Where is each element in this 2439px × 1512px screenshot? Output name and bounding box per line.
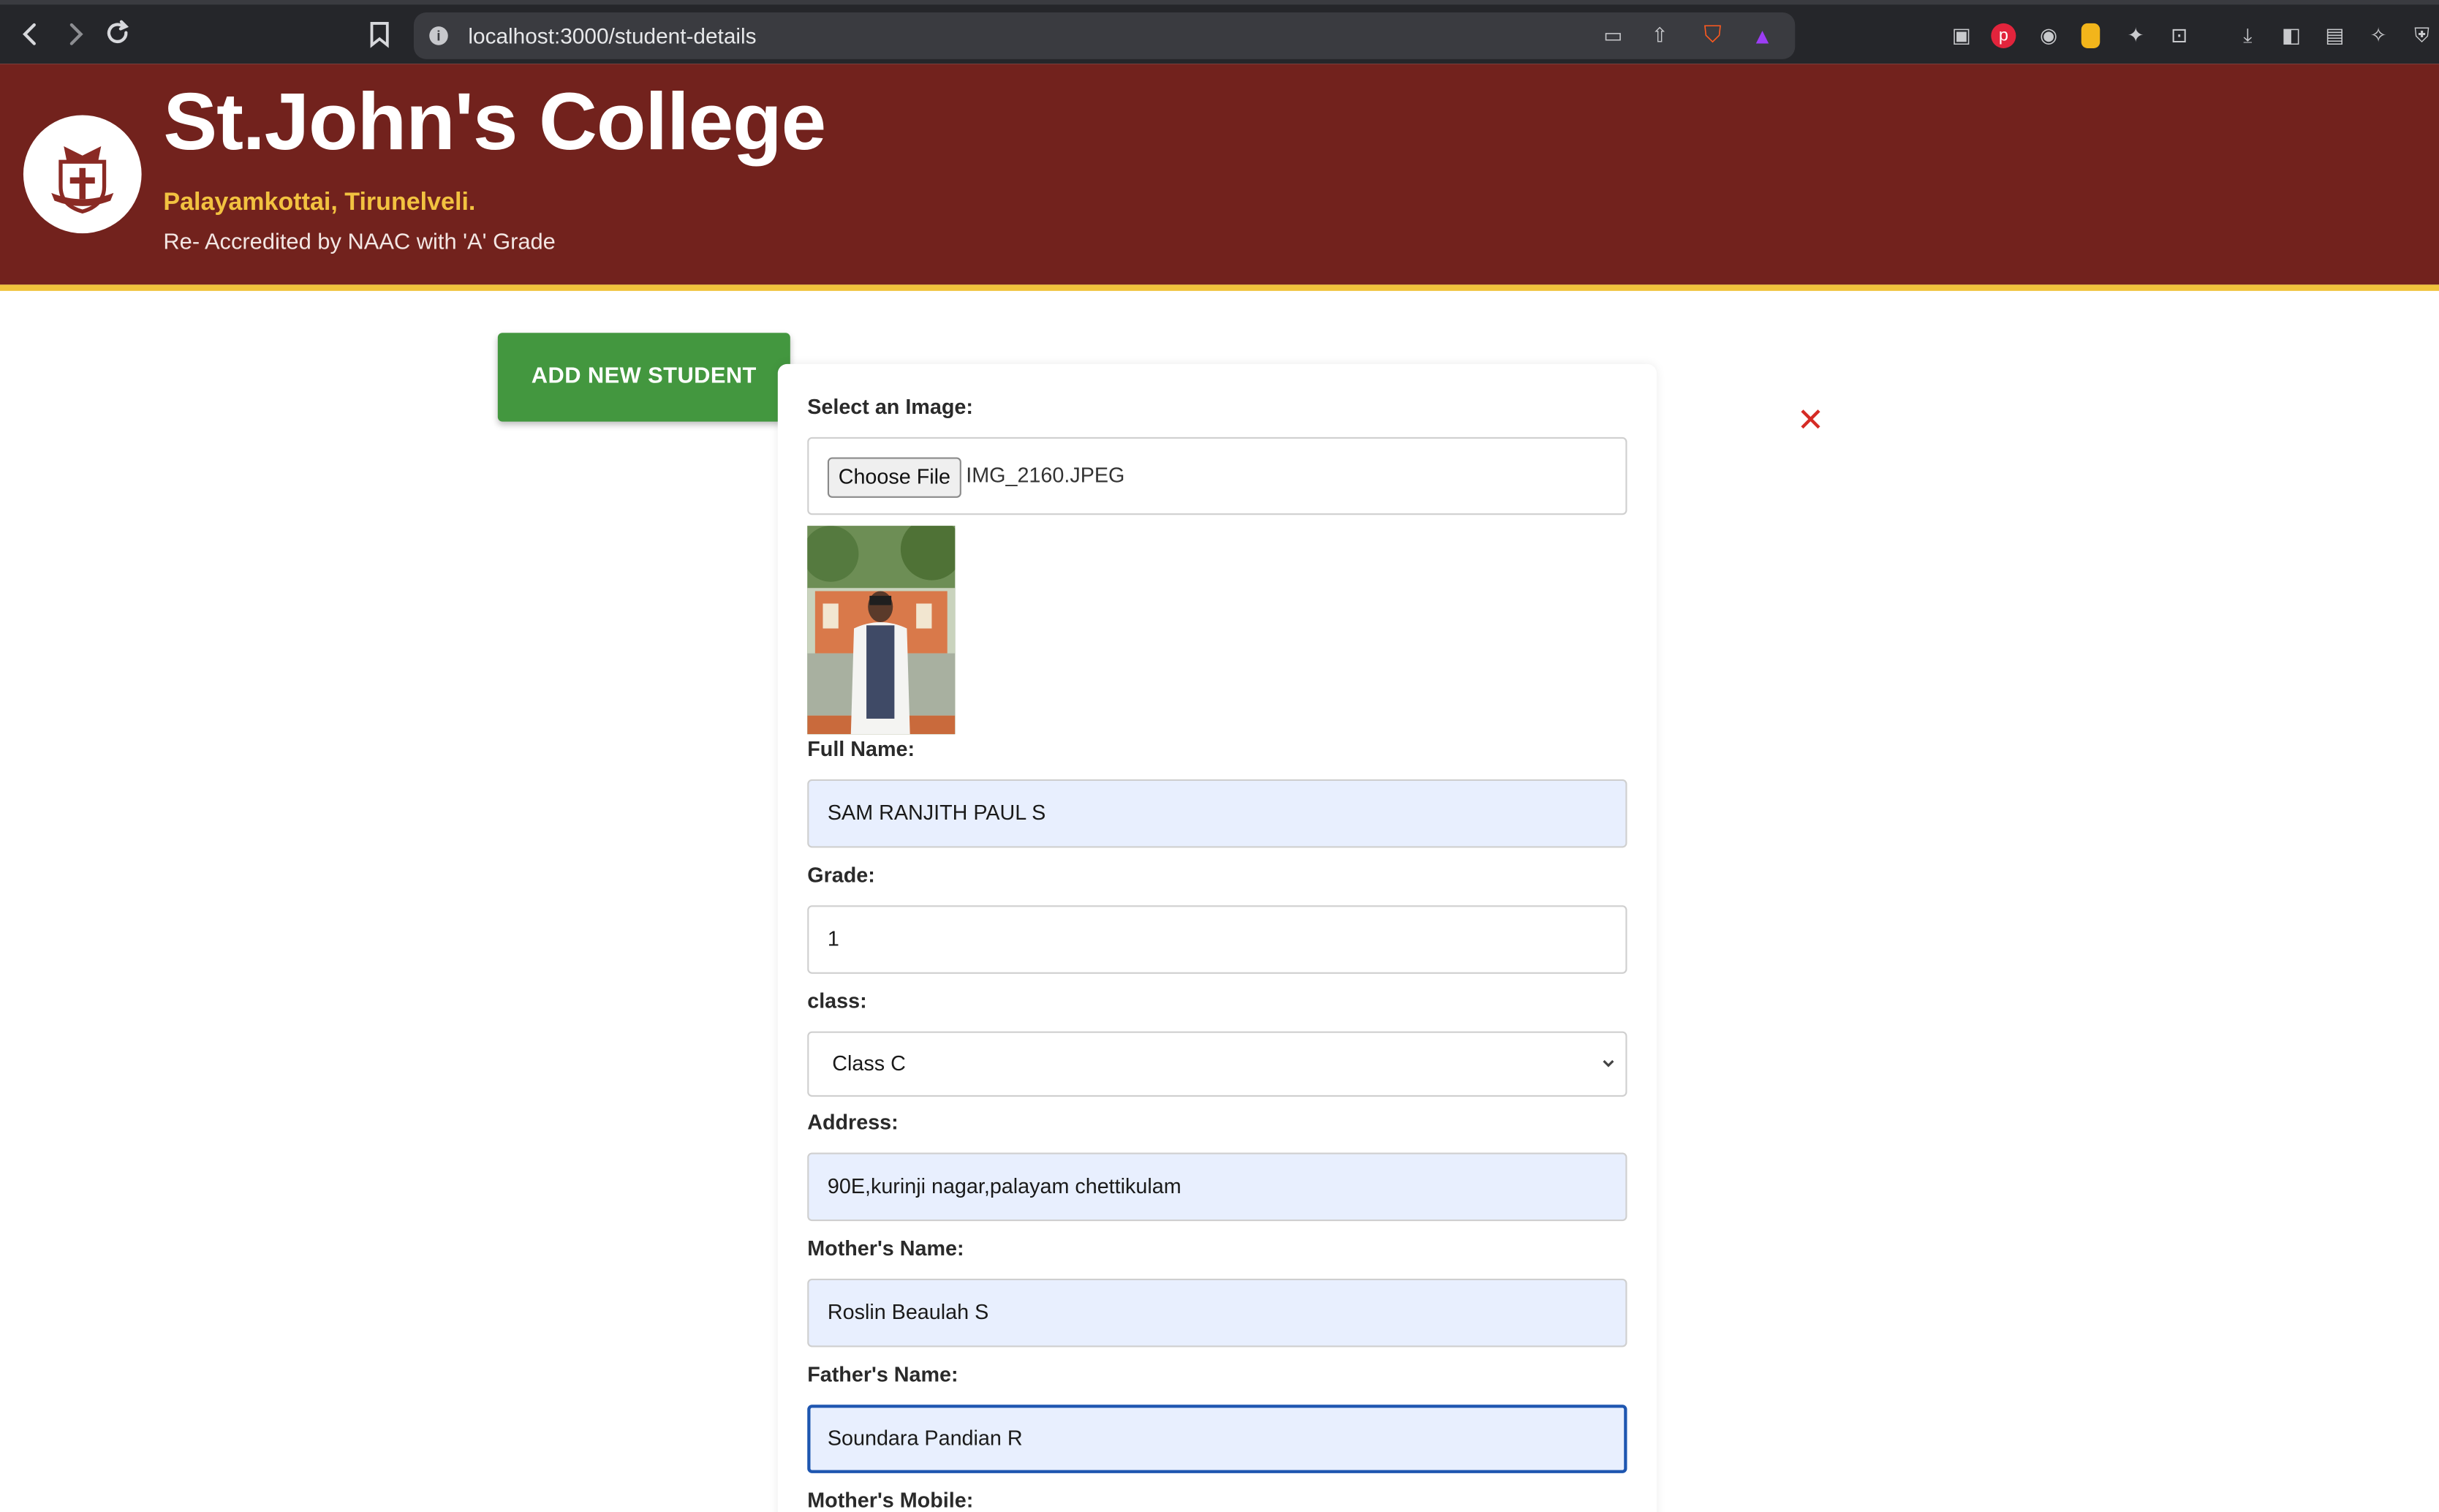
honey-extension-icon[interactable]	[2081, 23, 2100, 48]
header-divider	[0, 284, 2439, 291]
page: i localhost:3000/student-details ▭ ⇧ ⛉ ▲…	[0, 0, 2439, 1512]
screen-search-icon[interactable]: ⊡	[2166, 22, 2193, 50]
wallet-icon[interactable]: ▤	[2321, 22, 2348, 50]
mother-name-input[interactable]: Roslin Beaulah S	[807, 1278, 1627, 1347]
father-name-label: Father's Name:	[807, 1362, 958, 1386]
full-name-input[interactable]: SAM RANJITH PAUL S	[807, 779, 1627, 848]
brave-shields-icon[interactable]: ⛉	[1698, 22, 1726, 50]
puzzle-icon[interactable]: ✦	[2122, 22, 2149, 50]
college-name: St.John's College	[163, 78, 826, 168]
cast-icon[interactable]: ▭	[1599, 22, 1627, 50]
selected-file-name: IMG_2160.JPEG	[966, 464, 1125, 487]
grade-label: Grade:	[807, 863, 875, 887]
extension-icon[interactable]: ▣	[1948, 22, 1975, 50]
pinterest-extension-icon[interactable]: p	[1991, 23, 2016, 48]
vpn-shield-icon[interactable]: ⛨	[2408, 22, 2436, 50]
address-label: Address:	[807, 1111, 899, 1135]
browser-toolbar: i localhost:3000/student-details ▭ ⇧ ⛉ ▲…	[0, 0, 2439, 64]
address-input[interactable]: 90E,kurinji nagar,palayam chettikulam	[807, 1152, 1627, 1222]
sidebar-icon[interactable]: ◧	[2277, 22, 2305, 50]
class-selected-value: Class C	[832, 1051, 906, 1076]
bookmark-icon[interactable]	[364, 19, 396, 50]
accreditation-text: Re- Accredited by NAAC with 'A' Grade	[163, 230, 556, 255]
back-icon[interactable]	[15, 19, 47, 50]
class-label: class:	[807, 989, 867, 1013]
url-text: localhost:3000/student-details	[468, 23, 757, 48]
chevron-down-icon	[1600, 1033, 1616, 1122]
reload-icon[interactable]	[102, 19, 134, 50]
image-file-input[interactable]: Choose File IMG_2160.JPEG	[807, 436, 1627, 515]
site-info-icon[interactable]: i	[429, 26, 448, 45]
leo-ai-icon[interactable]: ✧	[2364, 22, 2392, 50]
address-bar[interactable]: i localhost:3000/student-details ▭ ⇧ ⛉ ▲	[413, 12, 1796, 59]
mother-mobile-label: Mother's Mobile:	[807, 1489, 974, 1512]
close-icon[interactable]: ✕	[1795, 404, 1826, 437]
student-photo-preview	[807, 526, 956, 735]
choose-file-button[interactable]: Choose File	[827, 457, 961, 498]
eye-extension-icon[interactable]: ◉	[2035, 22, 2062, 50]
add-new-student-button[interactable]: ADD NEW STUDENT	[497, 333, 790, 422]
grade-input[interactable]: 1	[807, 905, 1627, 974]
mother-name-label: Mother's Name:	[807, 1236, 964, 1260]
father-name-input[interactable]: Soundara Pandian R	[807, 1405, 1627, 1473]
download-icon[interactable]: ⤓	[2234, 22, 2261, 50]
class-select[interactable]: Class C	[807, 1031, 1627, 1097]
college-location: Palayamkottai, Tirunelveli.	[163, 189, 476, 216]
forward-icon[interactable]	[59, 19, 91, 50]
share-icon[interactable]: ⇧	[1646, 22, 1674, 50]
brave-rewards-icon[interactable]: ▲	[1748, 22, 1776, 50]
site-header: St.John's College Palayamkottai, Tirunel…	[0, 64, 2439, 285]
image-label: Select an Image:	[807, 395, 973, 419]
full-name-label: Full Name:	[807, 737, 915, 761]
college-logo	[23, 115, 142, 234]
